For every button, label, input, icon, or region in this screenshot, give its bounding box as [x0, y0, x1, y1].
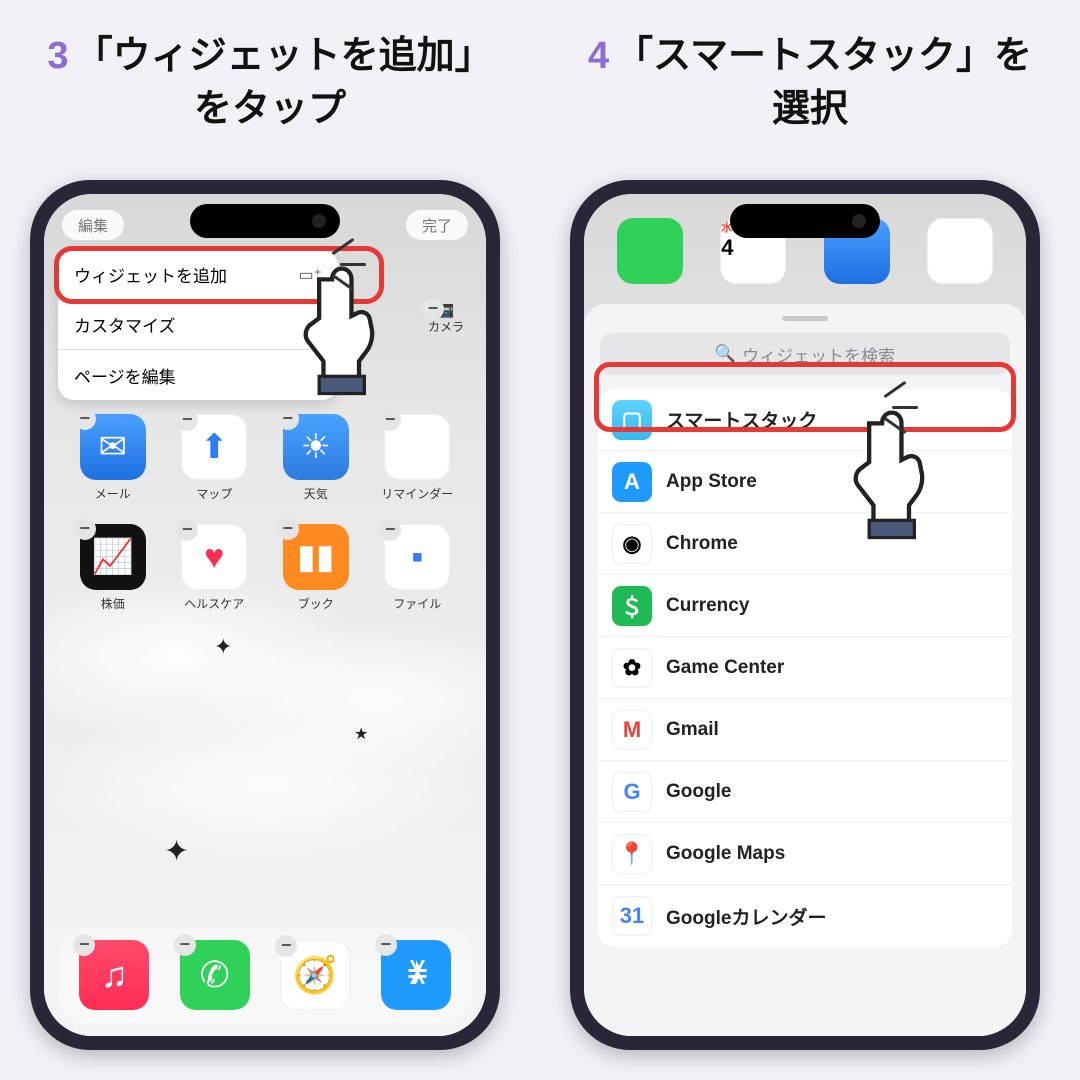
tap-rays: [852, 388, 922, 438]
widget-row-google[interactable]: GGoogle: [598, 761, 1012, 823]
search-input[interactable]: 🔍 ウィジェットを検索: [600, 333, 1010, 375]
menu-edit-page[interactable]: ページを編集: [58, 350, 338, 400]
app-maps[interactable]: ⬆−マップ: [164, 414, 266, 502]
chrome-icon: ◉: [612, 524, 652, 564]
sparkle-icon: ★: [354, 724, 368, 744]
astore-icon: A: [612, 462, 652, 502]
app-grid: ✉−メール⬆−マップ☀−天気⦿−リマインダー📈−株価♥−ヘルスケア▮▮−ブック▪…: [44, 414, 486, 612]
mail-icon: ✉−: [80, 414, 146, 480]
step4-number: 4: [588, 35, 609, 77]
dock-appstore[interactable]: −: [381, 940, 451, 1010]
done-button[interactable]: 完了: [406, 210, 468, 240]
camera-icon: 📷−: [439, 304, 454, 318]
search-icon: 🔍: [715, 344, 736, 364]
menu-add-widget[interactable]: ウィジェットを追加 ▭⁺: [58, 250, 338, 300]
gcal-icon: 31: [612, 896, 652, 936]
book-icon: ▮▮−: [283, 524, 349, 590]
app-weather[interactable]: ☀−天気: [265, 414, 367, 502]
tap-rays: [300, 245, 370, 295]
gmaps-icon: 📍: [612, 834, 652, 874]
sheet-grabber[interactable]: [782, 316, 828, 321]
widget-row-curr[interactable]: ＄Currency: [598, 575, 1012, 637]
sparkle-icon: ✦: [214, 634, 232, 660]
app-files[interactable]: ▪−ファイル: [367, 524, 469, 612]
rem-icon: ⦿−: [384, 414, 450, 480]
maps-icon: ⬆−: [181, 414, 247, 480]
app-rem[interactable]: ⦿−リマインダー: [367, 414, 469, 502]
dock-phone[interactable]: ✆−: [180, 940, 250, 1010]
customize-icon: ▭: [307, 315, 322, 335]
health-icon: ♥−: [181, 524, 247, 590]
widget-row-smart[interactable]: ▢スマートスタック: [598, 389, 1012, 451]
widget-row-gc[interactable]: ✿Game Center: [598, 637, 1012, 699]
sparkle-icon: ✦: [164, 834, 189, 869]
maps-icon: [927, 218, 993, 284]
app-stk[interactable]: 📈−株価: [62, 524, 164, 612]
step3-caption: 3「ウィジェットを追加」 をタップ: [0, 30, 540, 136]
dock-music[interactable]: ♫−: [79, 940, 149, 1010]
widget-row-chrome[interactable]: ◉Chrome: [598, 513, 1012, 575]
screen: 編集 完了 ウィジェットを追加 ▭⁺ カスタマイズ ▭ ページを編集 📷− カメ…: [44, 194, 486, 1036]
menu-customize[interactable]: カスタマイズ ▭: [58, 300, 338, 350]
stk-icon: 📈−: [80, 524, 146, 590]
gc-icon: ✿: [612, 648, 652, 688]
files-icon: ▪−: [384, 524, 450, 590]
app-book[interactable]: ▮▮−ブック: [265, 524, 367, 612]
widget-picker-sheet: 🔍 ウィジェットを検索 ▢スマートスタックAApp Store◉Chrome＄C…: [584, 304, 1026, 1036]
app-health[interactable]: ♥−ヘルスケア: [164, 524, 266, 612]
widget-row-gmaps[interactable]: 📍Google Maps: [598, 823, 1012, 885]
edit-button[interactable]: 編集: [62, 210, 124, 240]
google-icon: G: [612, 772, 652, 812]
context-menu: ウィジェットを追加 ▭⁺ カスタマイズ ▭ ページを編集: [58, 250, 338, 400]
facetime-icon: [617, 218, 683, 284]
app-camera[interactable]: 📷− カメラ: [428, 304, 464, 335]
app-mail[interactable]: ✉−メール: [62, 414, 164, 502]
step4-caption: 4「スマートスタック」を 選択: [540, 30, 1080, 136]
smart-icon: ▢: [612, 400, 652, 440]
dynamic-island: [730, 204, 880, 238]
screen: 水4 🔍 ウィジェットを検索 ▢スマートスタックAApp Store◉Chrom…: [584, 194, 1026, 1036]
widget-list: ▢スマートスタックAApp Store◉Chrome＄Currency✿Game…: [598, 389, 1012, 947]
widget-row-gcal[interactable]: 31Googleカレンダー: [598, 885, 1012, 947]
dock-safari[interactable]: 🧭−: [280, 940, 350, 1010]
dock: ♫− ✆− 🧭− −: [58, 928, 472, 1022]
dynamic-island: [190, 204, 340, 238]
gmail-icon: M: [612, 710, 652, 750]
phone-step3: 編集 完了 ウィジェットを追加 ▭⁺ カスタマイズ ▭ ページを編集 📷− カメ…: [30, 180, 500, 1050]
step3-number: 3: [47, 35, 68, 77]
widget-row-astore[interactable]: AApp Store: [598, 451, 1012, 513]
widget-row-gmail[interactable]: MGmail: [598, 699, 1012, 761]
phone-step4: 水4 🔍 ウィジェットを検索 ▢スマートスタックAApp Store◉Chrom…: [570, 180, 1040, 1050]
curr-icon: ＄: [612, 586, 652, 626]
weather-icon: ☀−: [283, 414, 349, 480]
